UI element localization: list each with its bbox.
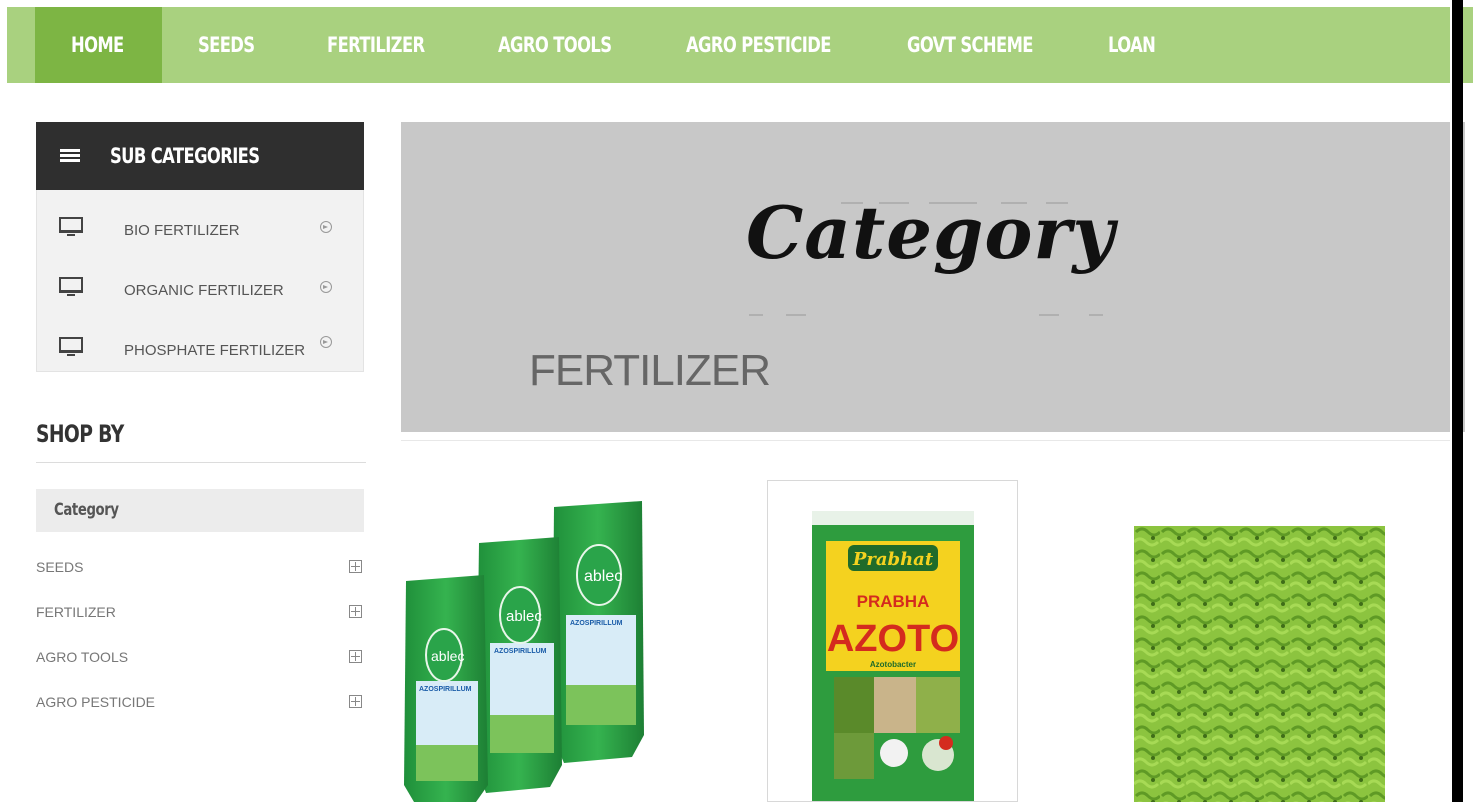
nav-seeds[interactable]: SEEDS — [198, 7, 255, 83]
product-card-azoto[interactable]: Prabhat PRABHA AZOTO Azotobacter — [767, 480, 1018, 802]
decorative-dash — [749, 314, 763, 316]
monitor-icon — [59, 337, 83, 356]
decorative-dash — [786, 314, 806, 316]
nav-govt-scheme[interactable]: GOVT SCHEME — [907, 7, 1033, 83]
filter-label: AGRO TOOLS — [36, 649, 129, 665]
nav-agro-tools[interactable]: AGRO TOOLS — [498, 7, 612, 83]
banner-overflow — [1463, 122, 1465, 432]
product-name: AZOTO — [827, 618, 959, 660]
sub-category-organic-fertilizer[interactable]: ORGANIC FERTILIZER — [37, 260, 365, 320]
filter-seeds[interactable]: SEEDS — [36, 557, 366, 579]
menu-lines-icon — [60, 149, 80, 163]
filter-label: SEEDS — [36, 559, 84, 575]
product-card-green-culture[interactable] — [1134, 526, 1385, 802]
decorative-dash — [1039, 314, 1059, 316]
sub-category-label: BIO FERTILIZER — [124, 222, 240, 239]
divider — [401, 440, 1450, 441]
expand-plus-icon[interactable] — [349, 605, 362, 618]
divider — [36, 462, 366, 463]
product-line: PRABHA — [857, 592, 930, 611]
expand-plus-icon[interactable] — [349, 650, 362, 663]
svg-text:ablec: ablec — [506, 608, 542, 625]
filter-label: FERTILIZER — [36, 604, 116, 620]
arrow-circle-right-icon — [320, 336, 332, 348]
page-title: FERTILIZER — [529, 346, 771, 395]
arrow-circle-right-icon — [320, 221, 332, 233]
svg-text:AZOSPIRILLUM: AZOSPIRILLUM — [494, 648, 547, 655]
category-filter-label: Category — [54, 500, 119, 520]
filter-agro-pesticide[interactable]: AGRO PESTICIDE — [36, 692, 366, 714]
sub-category-bio-fertilizer[interactable]: BIO FERTILIZER — [37, 200, 365, 260]
brand-text: Prabhat — [852, 549, 934, 570]
banner-script-heading: Category — [746, 190, 1116, 275]
arrow-circle-right-icon — [320, 281, 332, 293]
svg-text:ablec: ablec — [431, 648, 464, 664]
brand-text: ablec — [584, 568, 622, 585]
decorative-dash — [1089, 314, 1103, 316]
category-banner: Category FERTILIZER — [401, 122, 1450, 432]
product-card-ablec[interactable]: ablec AZOSPIRILLUM ablec AZOSPIRILLUM ab… — [404, 495, 649, 802]
nav-loan[interactable]: LOAN — [1108, 7, 1156, 83]
sub-category-phosphate-fertilizer[interactable]: PHOSPHATE FERTILIZER — [37, 320, 365, 380]
filter-fertilizer[interactable]: FERTILIZER — [36, 602, 366, 624]
category-filter-header: Category — [36, 489, 364, 532]
sub-category-label: PHOSPHATE FERTILIZER — [124, 342, 306, 359]
product-sub-text: Azotobacter — [870, 660, 916, 669]
product-image — [1134, 526, 1385, 802]
shop-by-title: SHOP BY — [36, 420, 124, 448]
sub-category-label: ORGANIC FERTILIZER — [124, 282, 284, 299]
nav-overflow — [1463, 7, 1473, 83]
monitor-icon — [59, 217, 83, 236]
nav-fertilizer[interactable]: FERTILIZER — [327, 7, 425, 83]
svg-text:AZOSPIRILLUM: AZOSPIRILLUM — [419, 686, 472, 693]
expand-plus-icon[interactable] — [349, 695, 362, 708]
filter-label: AGRO PESTICIDE — [36, 694, 156, 710]
sub-categories-header: SUB CATEGORIES — [36, 122, 364, 190]
window-edge-bar — [1452, 0, 1463, 802]
nav-home[interactable]: HOME — [71, 7, 124, 83]
main-navigation: HOME SEEDS FERTILIZER AGRO TOOLS AGRO PE… — [7, 7, 1450, 83]
product-image: ablec AZOSPIRILLUM ablec AZOSPIRILLUM ab… — [404, 501, 644, 802]
expand-plus-icon[interactable] — [349, 560, 362, 573]
sub-categories-title: SUB CATEGORIES — [110, 144, 260, 168]
filter-agro-tools[interactable]: AGRO TOOLS — [36, 647, 366, 669]
sub-categories-list: BIO FERTILIZER ORGANIC FERTILIZER PHOSPH… — [36, 190, 364, 372]
product-text: AZOSPIRILLUM — [570, 620, 623, 627]
nav-agro-pesticide[interactable]: AGRO PESTICIDE — [686, 7, 831, 83]
product-image: Prabhat PRABHA AZOTO Azotobacter — [812, 511, 974, 802]
monitor-icon — [59, 277, 83, 296]
